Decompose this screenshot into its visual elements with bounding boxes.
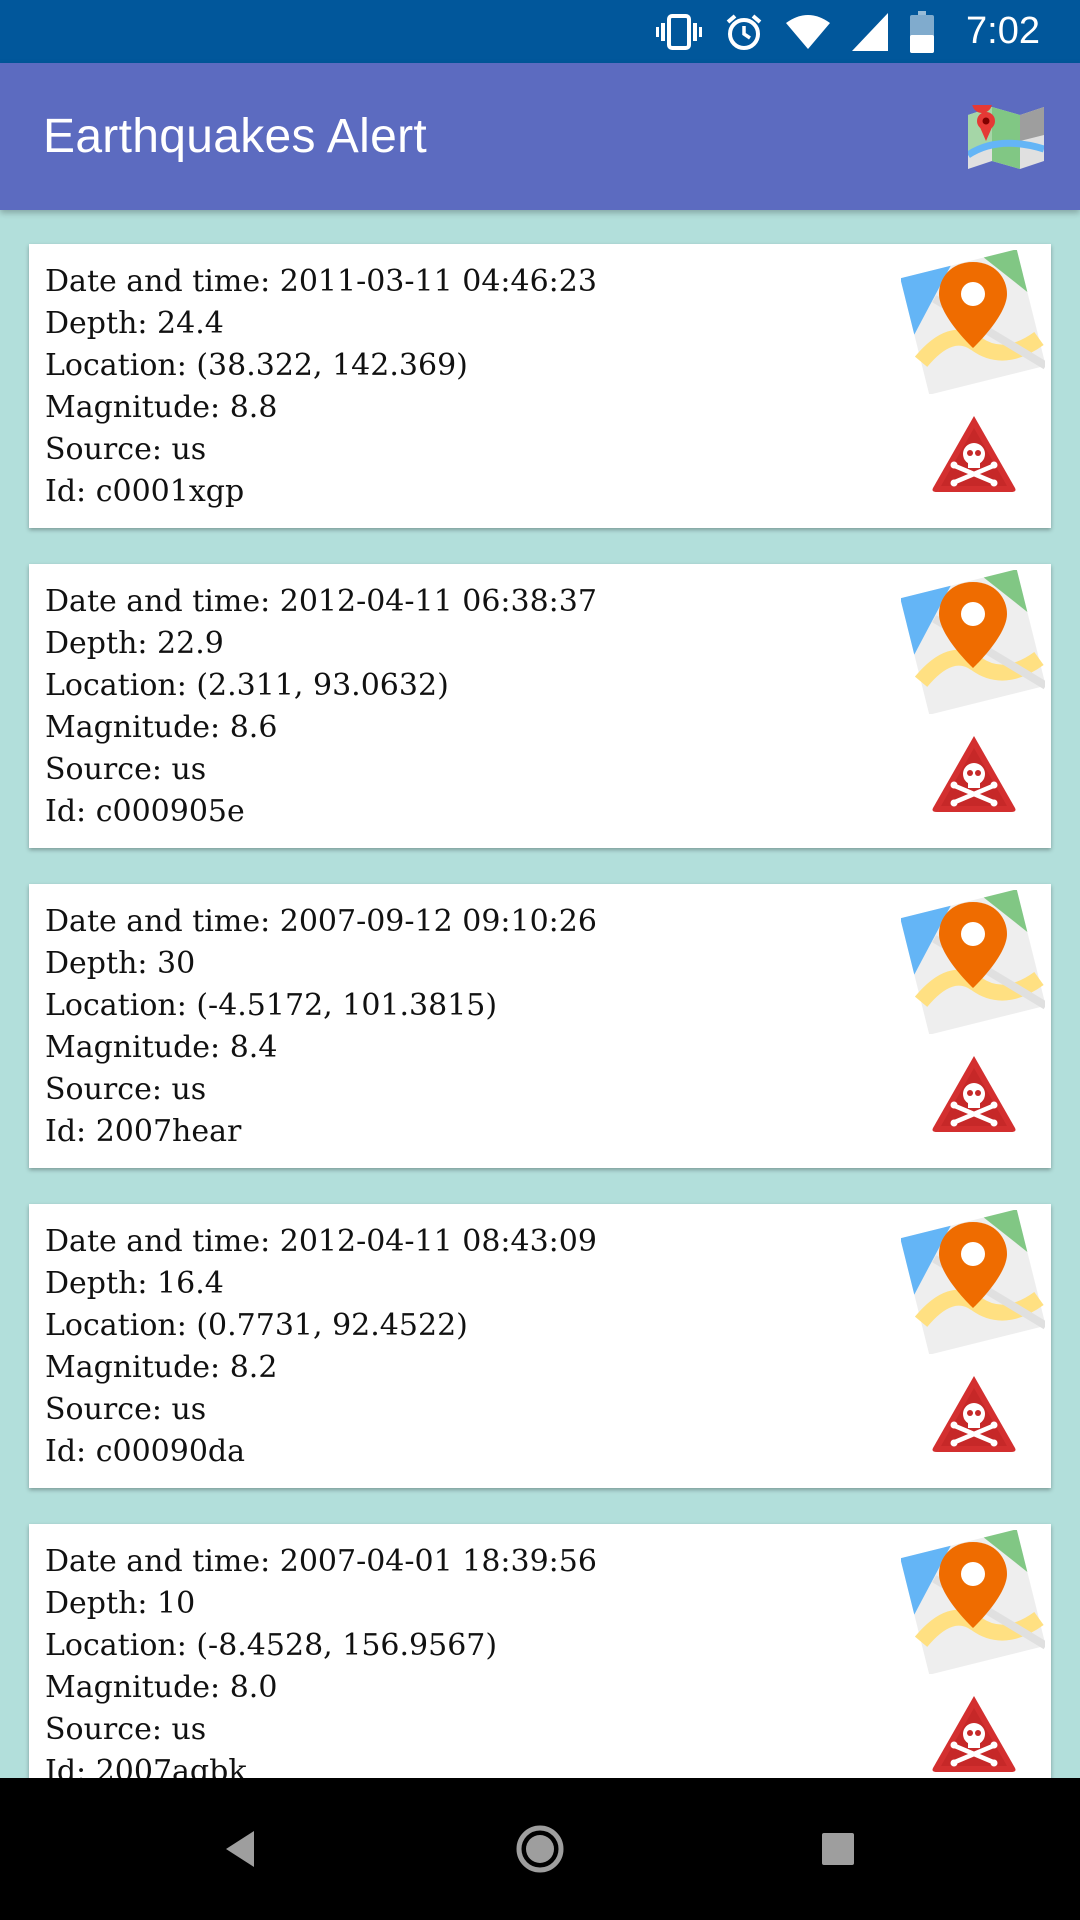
- location-text: Location: (-8.4528, 156.9567): [45, 1628, 498, 1663]
- location-text: Location: (2.311, 93.0632): [45, 668, 449, 703]
- datetime-text: Date and time: 2007-09-12 09:10:26: [45, 904, 597, 939]
- map-pin-icon: [900, 569, 1048, 715]
- depth-text: Depth: 22.9: [45, 626, 224, 661]
- earthquake-card[interactable]: Date and time: 2012-04-11 06:38:37 Depth…: [29, 564, 1051, 848]
- location-text: Location: (-4.5172, 101.3815): [45, 988, 498, 1023]
- signal-icon: [852, 12, 889, 51]
- source-text: Source: us: [45, 432, 207, 467]
- show-on-map-button[interactable]: [900, 889, 1048, 1035]
- back-icon: [226, 1831, 254, 1867]
- earthquake-card[interactable]: Date and time: 2007-04-01 18:39:56 Depth…: [29, 1524, 1051, 1778]
- earthquake-card[interactable]: Date and time: 2012-04-11 08:43:09 Depth…: [29, 1204, 1051, 1488]
- app-bar: Earthquakes Alert: [0, 63, 1080, 210]
- map-pin-icon: [900, 889, 1048, 1035]
- vibrate-icon: [656, 12, 703, 52]
- skull-warning-icon: [932, 1376, 1016, 1452]
- magnitude-text: Magnitude: 8.4: [45, 1030, 278, 1065]
- datetime-text: Date and time: 2012-04-11 08:43:09: [45, 1224, 597, 1259]
- skull-warning-icon: [932, 1696, 1016, 1772]
- show-on-map-button[interactable]: [900, 569, 1048, 715]
- show-on-map-button[interactable]: [900, 249, 1048, 395]
- back-button[interactable]: [207, 1814, 277, 1884]
- magnitude-text: Magnitude: 8.0: [45, 1670, 278, 1705]
- home-button[interactable]: [505, 1814, 575, 1884]
- earthquake-card[interactable]: Date and time: 2007-09-12 09:10:26 Depth…: [29, 884, 1051, 1168]
- navigation-bar: [0, 1778, 1080, 1920]
- earthquake-card[interactable]: Date and time: 2011-03-11 04:46:23 Depth…: [29, 244, 1051, 528]
- source-text: Source: us: [45, 1712, 207, 1747]
- magnitude-text: Magnitude: 8.2: [45, 1350, 278, 1385]
- map-icon: [966, 92, 1046, 169]
- id-text: Id: c00090da: [45, 1434, 246, 1469]
- earthquake-details: Date and time: 2007-09-12 09:10:26 Depth…: [45, 901, 597, 1153]
- danger-button[interactable]: [931, 414, 1017, 492]
- clock: 7:02: [966, 10, 1040, 52]
- skull-warning-icon: [932, 416, 1016, 492]
- depth-text: Depth: 30: [45, 946, 196, 981]
- source-text: Source: us: [45, 752, 207, 787]
- status-bar: 7:02: [0, 0, 1080, 63]
- app-title: Earthquakes Alert: [43, 110, 427, 163]
- show-on-map-button[interactable]: [900, 1209, 1048, 1355]
- earthquake-list[interactable]: Date and time: 2011-03-11 04:46:23 Depth…: [0, 210, 1080, 1778]
- id-text: Id: 2007hear: [45, 1114, 242, 1149]
- earthquake-details: Date and time: 2012-04-11 06:38:37 Depth…: [45, 581, 597, 833]
- alarm-icon: [724, 12, 764, 52]
- danger-button[interactable]: [931, 1694, 1017, 1772]
- wifi-icon: [786, 13, 831, 51]
- map-pin-icon: [900, 249, 1048, 395]
- map-pin-icon: [900, 1209, 1048, 1355]
- datetime-text: Date and time: 2011-03-11 04:46:23: [45, 264, 597, 299]
- show-on-map-button[interactable]: [900, 1529, 1048, 1675]
- danger-button[interactable]: [931, 1054, 1017, 1132]
- datetime-text: Date and time: 2012-04-11 06:38:37: [45, 584, 597, 619]
- location-text: Location: (38.322, 142.369): [45, 348, 468, 383]
- earthquake-details: Date and time: 2007-04-01 18:39:56 Depth…: [45, 1541, 597, 1778]
- depth-text: Depth: 24.4: [45, 306, 224, 341]
- danger-button[interactable]: [931, 734, 1017, 812]
- source-text: Source: us: [45, 1072, 207, 1107]
- location-text: Location: (0.7731, 92.4522): [45, 1308, 468, 1343]
- battery-icon: [910, 10, 935, 53]
- skull-warning-icon: [932, 736, 1016, 812]
- id-text: Id: c000905e: [45, 794, 245, 829]
- depth-text: Depth: 16.4: [45, 1266, 224, 1301]
- map-pin-icon: [900, 1529, 1048, 1675]
- earthquake-details: Date and time: 2011-03-11 04:46:23 Depth…: [45, 261, 597, 513]
- recents-icon: [822, 1833, 854, 1865]
- earthquake-details: Date and time: 2012-04-11 08:43:09 Depth…: [45, 1221, 597, 1473]
- depth-text: Depth: 10: [45, 1586, 196, 1621]
- home-icon: [516, 1825, 564, 1873]
- id-text: Id: c0001xgp: [45, 474, 245, 509]
- magnitude-text: Magnitude: 8.8: [45, 390, 278, 425]
- map-view-button[interactable]: [966, 92, 1046, 169]
- id-text: Id: 2007aqbk: [45, 1754, 247, 1778]
- datetime-text: Date and time: 2007-04-01 18:39:56: [45, 1544, 597, 1579]
- recents-button[interactable]: [803, 1814, 873, 1884]
- danger-button[interactable]: [931, 1374, 1017, 1452]
- magnitude-text: Magnitude: 8.6: [45, 710, 278, 745]
- source-text: Source: us: [45, 1392, 207, 1427]
- skull-warning-icon: [932, 1056, 1016, 1132]
